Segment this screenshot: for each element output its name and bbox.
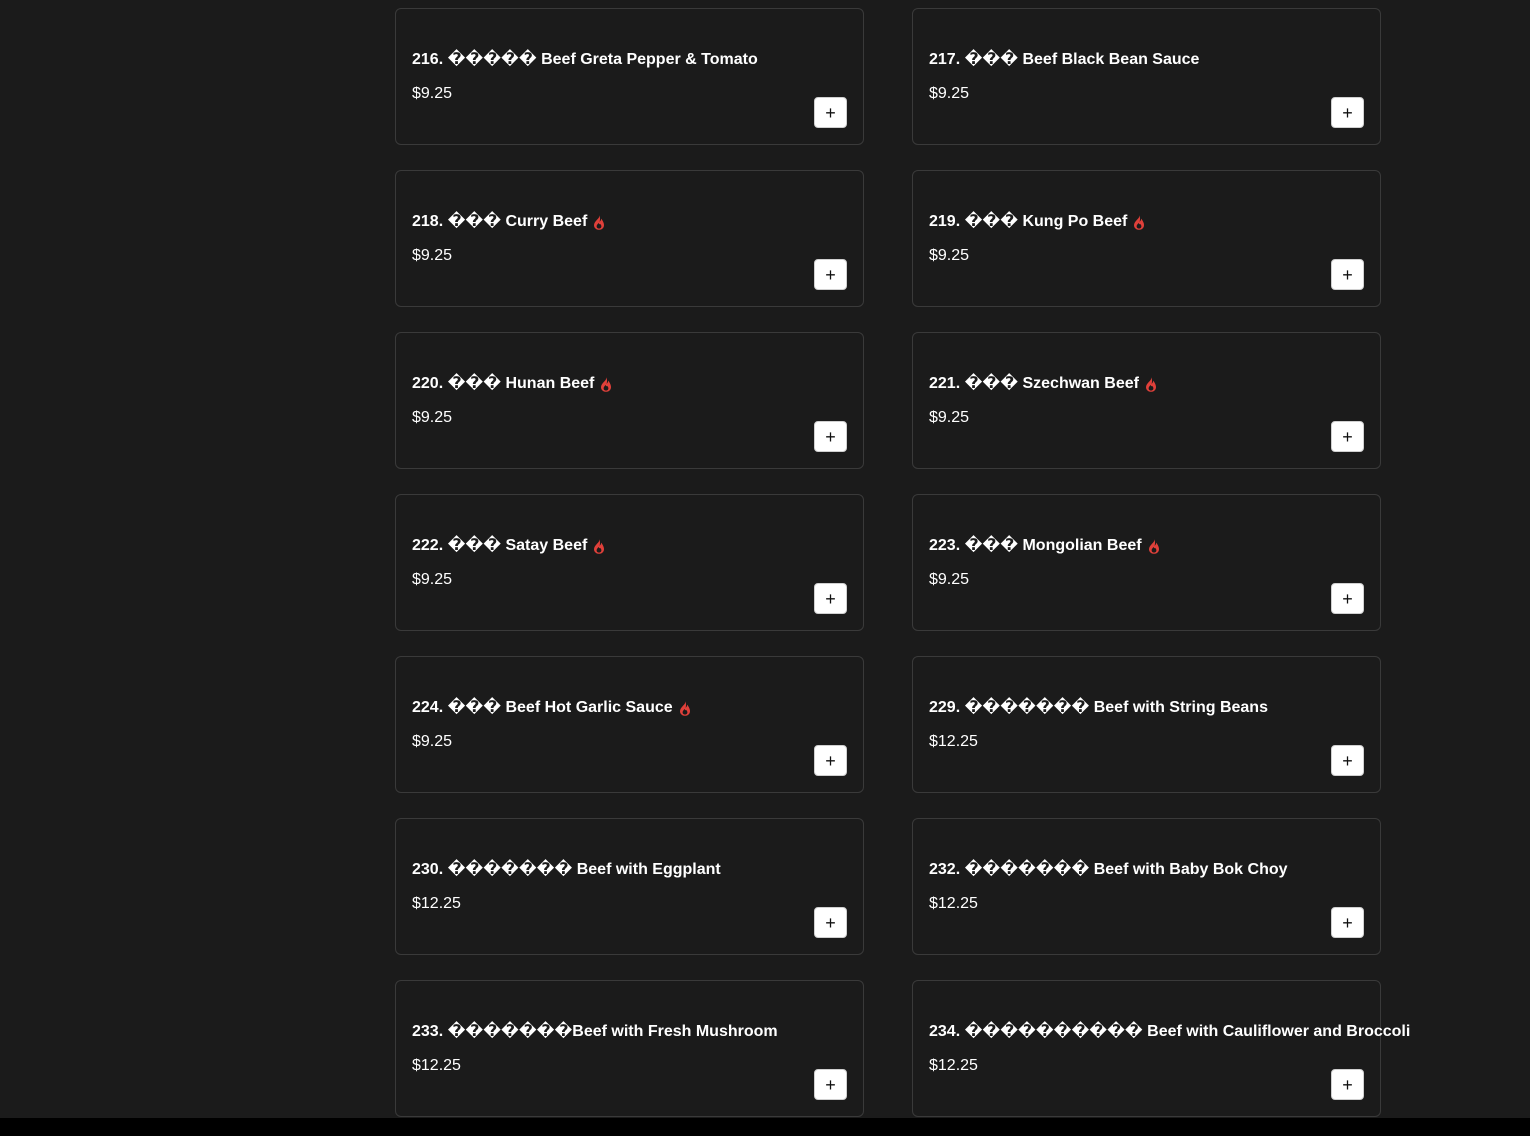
menu-item-card[interactable]: 233. �������Beef with Fresh Mushroom $12.… [395,980,864,1117]
menu-item-title: 222. ��� Satay Beef [412,536,605,556]
menu-item-price: $9.25 [412,733,453,750]
menu-item-card[interactable]: 229. ������� Beef with String Beans $12.2… [912,656,1381,793]
spicy-flame-icon [600,376,612,392]
menu-item-title-text: 218. ��� Curry Beef [412,213,588,230]
menu-item-title-text: 217. ��� Beef Black Bean Sauce [929,51,1200,68]
menu-item-price: $9.25 [412,85,453,102]
add-to-cart-button[interactable]: + [814,259,847,290]
menu-item-price: $9.25 [929,247,970,264]
bottom-bar [0,1118,1530,1136]
menu-item-price: $12.25 [412,895,461,912]
menu-item-price: $9.25 [929,571,970,588]
add-to-cart-button[interactable]: + [814,907,847,938]
plus-icon: + [825,1074,836,1095]
menu-item-card[interactable]: 218. ��� Curry Beef $9.25 + [395,170,864,307]
menu-item-price: $9.25 [412,409,453,426]
menu-item-title: 220. ��� Hunan Beef [412,374,612,394]
menu-item-card[interactable]: 221. ��� Szechwan Beef $9.25 + [912,332,1381,469]
menu-item-card[interactable]: 217. ��� Beef Black Bean Sauce $9.25 + [912,8,1381,145]
menu-item-card[interactable]: 220. ��� Hunan Beef $9.25 + [395,332,864,469]
add-to-cart-button[interactable]: + [1331,259,1364,290]
menu-item-card[interactable]: 216. ����� Beef Greta Pepper & Tomato $9.… [395,8,864,145]
menu-item-title: 234. ���������� Beef with Cauliflower an… [929,1022,1410,1042]
add-to-cart-button[interactable]: + [1331,907,1364,938]
menu-page: 216. ����� Beef Greta Pepper & Tomato $9.… [0,0,1530,1136]
plus-icon: + [825,102,836,123]
plus-icon: + [1342,750,1353,771]
add-to-cart-button[interactable]: + [814,583,847,614]
menu-item-title: 218. ��� Curry Beef [412,212,605,232]
menu-item-title: 229. ������� Beef with String Beans [929,698,1268,718]
menu-item-price: $9.25 [929,85,970,102]
plus-icon: + [1342,588,1353,609]
menu-item-price: $12.25 [412,1057,461,1074]
plus-icon: + [1342,264,1353,285]
add-to-cart-button[interactable]: + [814,421,847,452]
spicy-flame-icon [679,700,691,716]
menu-item-price: $12.25 [929,895,978,912]
plus-icon: + [825,264,836,285]
menu-item-price: $12.25 [929,733,978,750]
menu-item-title: 232. ������� Beef with Baby Bok Choy [929,860,1288,880]
spicy-flame-icon [593,538,605,554]
menu-item-price: $12.25 [929,1057,978,1074]
menu-item-price: $9.25 [929,409,970,426]
menu-item-title-text: 223. ��� Mongolian Beef [929,537,1142,554]
menu-item-title: 230. ������� Beef with Eggplant [412,860,721,880]
menu-item-title-text: 221. ��� Szechwan Beef [929,375,1139,392]
menu-item-card[interactable]: 222. ��� Satay Beef $9.25 + [395,494,864,631]
menu-item-title: 217. ��� Beef Black Bean Sauce [929,50,1199,70]
menu-item-price: $9.25 [412,247,453,264]
menu-item-title-text: 224. ��� Beef Hot Garlic Sauce [412,699,673,716]
plus-icon: + [825,426,836,447]
menu-item-card[interactable]: 224. ��� Beef Hot Garlic Sauce $9.25 + [395,656,864,793]
menu-item-title-text: 229. ������� Beef with String Beans [929,699,1268,716]
menu-item-title-text: 230. ������� Beef with Eggplant [412,861,721,878]
add-to-cart-button[interactable]: + [1331,421,1364,452]
menu-item-price: $9.25 [412,571,453,588]
menu-item-title: 224. ��� Beef Hot Garlic Sauce [412,698,691,718]
plus-icon: + [1342,1074,1353,1095]
plus-icon: + [825,912,836,933]
menu-item-title: 233. �������Beef with Fresh Mushroom [412,1022,778,1042]
menu-item-title-text: 233. �������Beef with Fresh Mushroom [412,1023,778,1040]
spicy-flame-icon [593,214,605,230]
menu-item-card[interactable]: 232. ������� Beef with Baby Bok Choy $12.… [912,818,1381,955]
add-to-cart-button[interactable]: + [814,1069,847,1100]
menu-item-card[interactable]: 219. ��� Kung Po Beef $9.25 + [912,170,1381,307]
menu-item-title: 223. ��� Mongolian Beef [929,536,1160,556]
menu-item-title: 221. ��� Szechwan Beef [929,374,1157,394]
menu-item-grid: 216. ����� Beef Greta Pepper & Tomato $9.… [395,8,1410,1117]
spicy-flame-icon [1148,538,1160,554]
menu-item-title-text: 232. ������� Beef with Baby Bok Choy [929,861,1288,878]
menu-item-title-text: 234. ���������� Beef with Cauliflower an… [929,1023,1411,1040]
add-to-cart-button[interactable]: + [814,745,847,776]
add-to-cart-button[interactable]: + [1331,97,1364,128]
plus-icon: + [1342,426,1353,447]
menu-item-card[interactable]: 234. ���������� Beef with Cauliflower an… [912,980,1410,1117]
menu-item-title-text: 222. ��� Satay Beef [412,537,588,554]
add-to-cart-button[interactable]: + [1331,1069,1364,1100]
menu-item-title: 219. ��� Kung Po Beef [929,212,1145,232]
plus-icon: + [825,588,836,609]
plus-icon: + [1342,102,1353,123]
menu-item-title: 216. ����� Beef Greta Pepper & Tomato [412,50,758,70]
plus-icon: + [825,750,836,771]
menu-item-title-text: 220. ��� Hunan Beef [412,375,595,392]
add-to-cart-button[interactable]: + [1331,745,1364,776]
plus-icon: + [1342,912,1353,933]
menu-item-card[interactable]: 230. ������� Beef with Eggplant $12.25 + [395,818,864,955]
menu-item-title-text: 216. ����� Beef Greta Pepper & Tomato [412,51,758,68]
spicy-flame-icon [1133,214,1145,230]
add-to-cart-button[interactable]: + [814,97,847,128]
spicy-flame-icon [1145,376,1157,392]
menu-item-card[interactable]: 223. ��� Mongolian Beef $9.25 + [912,494,1381,631]
menu-item-title-text: 219. ��� Kung Po Beef [929,213,1128,230]
add-to-cart-button[interactable]: + [1331,583,1364,614]
